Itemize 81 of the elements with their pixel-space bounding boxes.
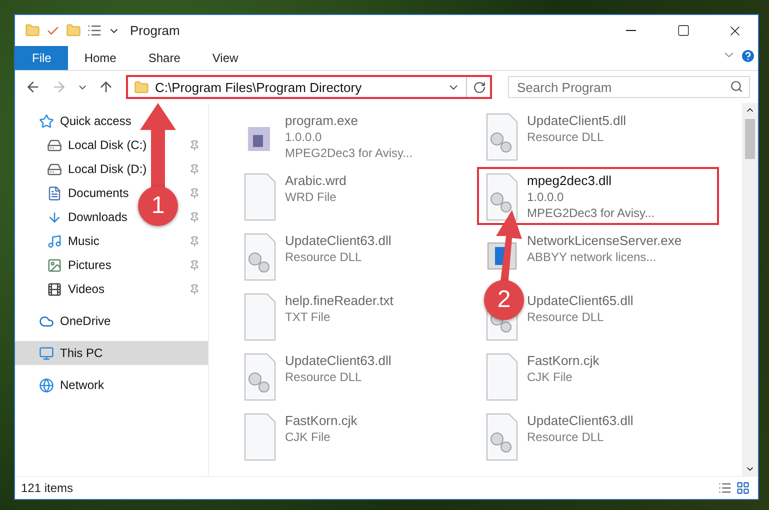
file-name[interactable]: Arabic.wrd bbox=[285, 173, 346, 188]
ribbon-tab[interactable]: Home bbox=[68, 46, 132, 70]
sidebar-item[interactable]: Videos bbox=[68, 282, 104, 296]
scrollbar[interactable] bbox=[742, 103, 758, 476]
file-name[interactable]: help.fineReader.txt bbox=[285, 293, 394, 308]
refresh-icon[interactable] bbox=[473, 80, 486, 94]
file-icon bbox=[243, 413, 277, 461]
file-name[interactable]: FastKorn.cjk bbox=[285, 413, 358, 428]
list-icon[interactable] bbox=[87, 23, 102, 38]
gear-file-icon bbox=[243, 353, 277, 401]
film-icon bbox=[47, 282, 62, 296]
file-detail: CJK File bbox=[285, 430, 332, 444]
sidebar-item[interactable]: Downloads bbox=[68, 210, 128, 224]
file-name[interactable]: mpeg2dec3.dll bbox=[527, 173, 655, 188]
minimize-icon bbox=[626, 30, 636, 31]
address-bar[interactable]: C:\Program Files\Program Directory bbox=[126, 75, 492, 99]
gear-file-icon bbox=[485, 173, 519, 221]
folder-icon bbox=[134, 80, 149, 94]
file-name[interactable]: UpdateClient63.dll bbox=[285, 353, 392, 368]
file-detail: TXT File bbox=[285, 310, 332, 324]
file-detail: 1.0.0.0 bbox=[527, 190, 565, 204]
ribbon-tab[interactable]: File bbox=[15, 46, 68, 70]
file-detail: CJK File bbox=[527, 370, 574, 384]
file-icon bbox=[485, 353, 519, 401]
maximize-icon bbox=[676, 24, 690, 37]
search-icon bbox=[730, 80, 743, 93]
down-arrow-icon bbox=[47, 210, 62, 224]
sidebar-item[interactable]: Local Disk (D:) bbox=[68, 162, 147, 176]
file-detail: Resource DLL bbox=[527, 130, 605, 144]
file-detail: 1.0.0.0 bbox=[285, 130, 323, 144]
file-detail: MPEG2Dec3 for Avisy... bbox=[285, 146, 413, 160]
gear-file-icon bbox=[243, 233, 277, 281]
help-icon bbox=[740, 48, 756, 64]
sidebar-item[interactable]: Pictures bbox=[68, 258, 112, 272]
file-detail: ABBYY network licens... bbox=[527, 250, 658, 264]
window-title: Program bbox=[130, 23, 181, 38]
drive-icon bbox=[47, 138, 62, 152]
file-name[interactable]: FastKorn.cjk bbox=[527, 353, 600, 368]
file-name[interactable]: UpdateClient63.dll bbox=[527, 413, 634, 428]
gear-file-icon bbox=[485, 113, 519, 161]
ribbon-tab[interactable]: View bbox=[196, 46, 254, 70]
file-detail: Resource DLL bbox=[285, 370, 363, 384]
forward-icon bbox=[51, 79, 67, 95]
music-note-icon bbox=[47, 234, 62, 248]
file-detail: WRD File bbox=[285, 190, 338, 204]
globe-icon bbox=[39, 378, 54, 392]
file-detail: Resource DLL bbox=[527, 430, 605, 444]
sidebar-item[interactable]: Network bbox=[60, 378, 104, 392]
document-icon bbox=[47, 186, 62, 200]
file-icon bbox=[243, 293, 277, 341]
list-icon bbox=[718, 481, 732, 495]
sidebar-item[interactable]: This PC bbox=[60, 346, 103, 360]
file-name[interactable]: UpdateClient65.dll bbox=[527, 293, 634, 308]
item-count: 121 items bbox=[21, 481, 74, 495]
search-field[interactable]: Search Program bbox=[508, 76, 750, 98]
large-icons-view-button[interactable] bbox=[734, 479, 752, 497]
monitor-icon bbox=[39, 346, 54, 360]
drive-icon bbox=[47, 162, 62, 176]
file-name[interactable]: UpdateClient5.dll bbox=[527, 113, 626, 128]
file-name[interactable]: program.exe bbox=[285, 113, 413, 128]
file-detail: Resource DLL bbox=[285, 250, 363, 264]
file-name[interactable]: UpdateClient63.dll bbox=[285, 233, 392, 248]
sidebar-item[interactable]: OneDrive bbox=[60, 314, 111, 328]
back-icon bbox=[25, 79, 41, 95]
ribbon-tab[interactable]: Share bbox=[132, 46, 196, 70]
highlighted-file-tile[interactable]: mpeg2dec3.dll 1.0.0.0 MPEG2Dec3 for Avisy... bbox=[477, 167, 719, 225]
sidebar-item[interactable]: Music bbox=[68, 234, 100, 248]
star-icon bbox=[39, 114, 54, 128]
sidebar-item[interactable]: Quick access bbox=[60, 114, 132, 128]
file-icon bbox=[243, 173, 277, 221]
file-detail: Resource DLL bbox=[527, 310, 605, 324]
sidebar-item[interactable]: Local Disk (C:) bbox=[68, 138, 147, 152]
sidebar-item[interactable]: Documents bbox=[68, 186, 129, 200]
file-detail: MPEG2Dec3 for Avisy... bbox=[527, 206, 655, 220]
cloud-icon bbox=[39, 314, 54, 328]
file-name[interactable]: NetworkLicenseServer.exe bbox=[527, 233, 682, 248]
gear-file-icon bbox=[485, 413, 519, 461]
scroll-thumb[interactable] bbox=[745, 119, 755, 159]
picture-icon bbox=[47, 258, 62, 272]
grid-icon bbox=[736, 481, 750, 495]
selected-sidebar-row[interactable]: This PC bbox=[15, 341, 208, 365]
